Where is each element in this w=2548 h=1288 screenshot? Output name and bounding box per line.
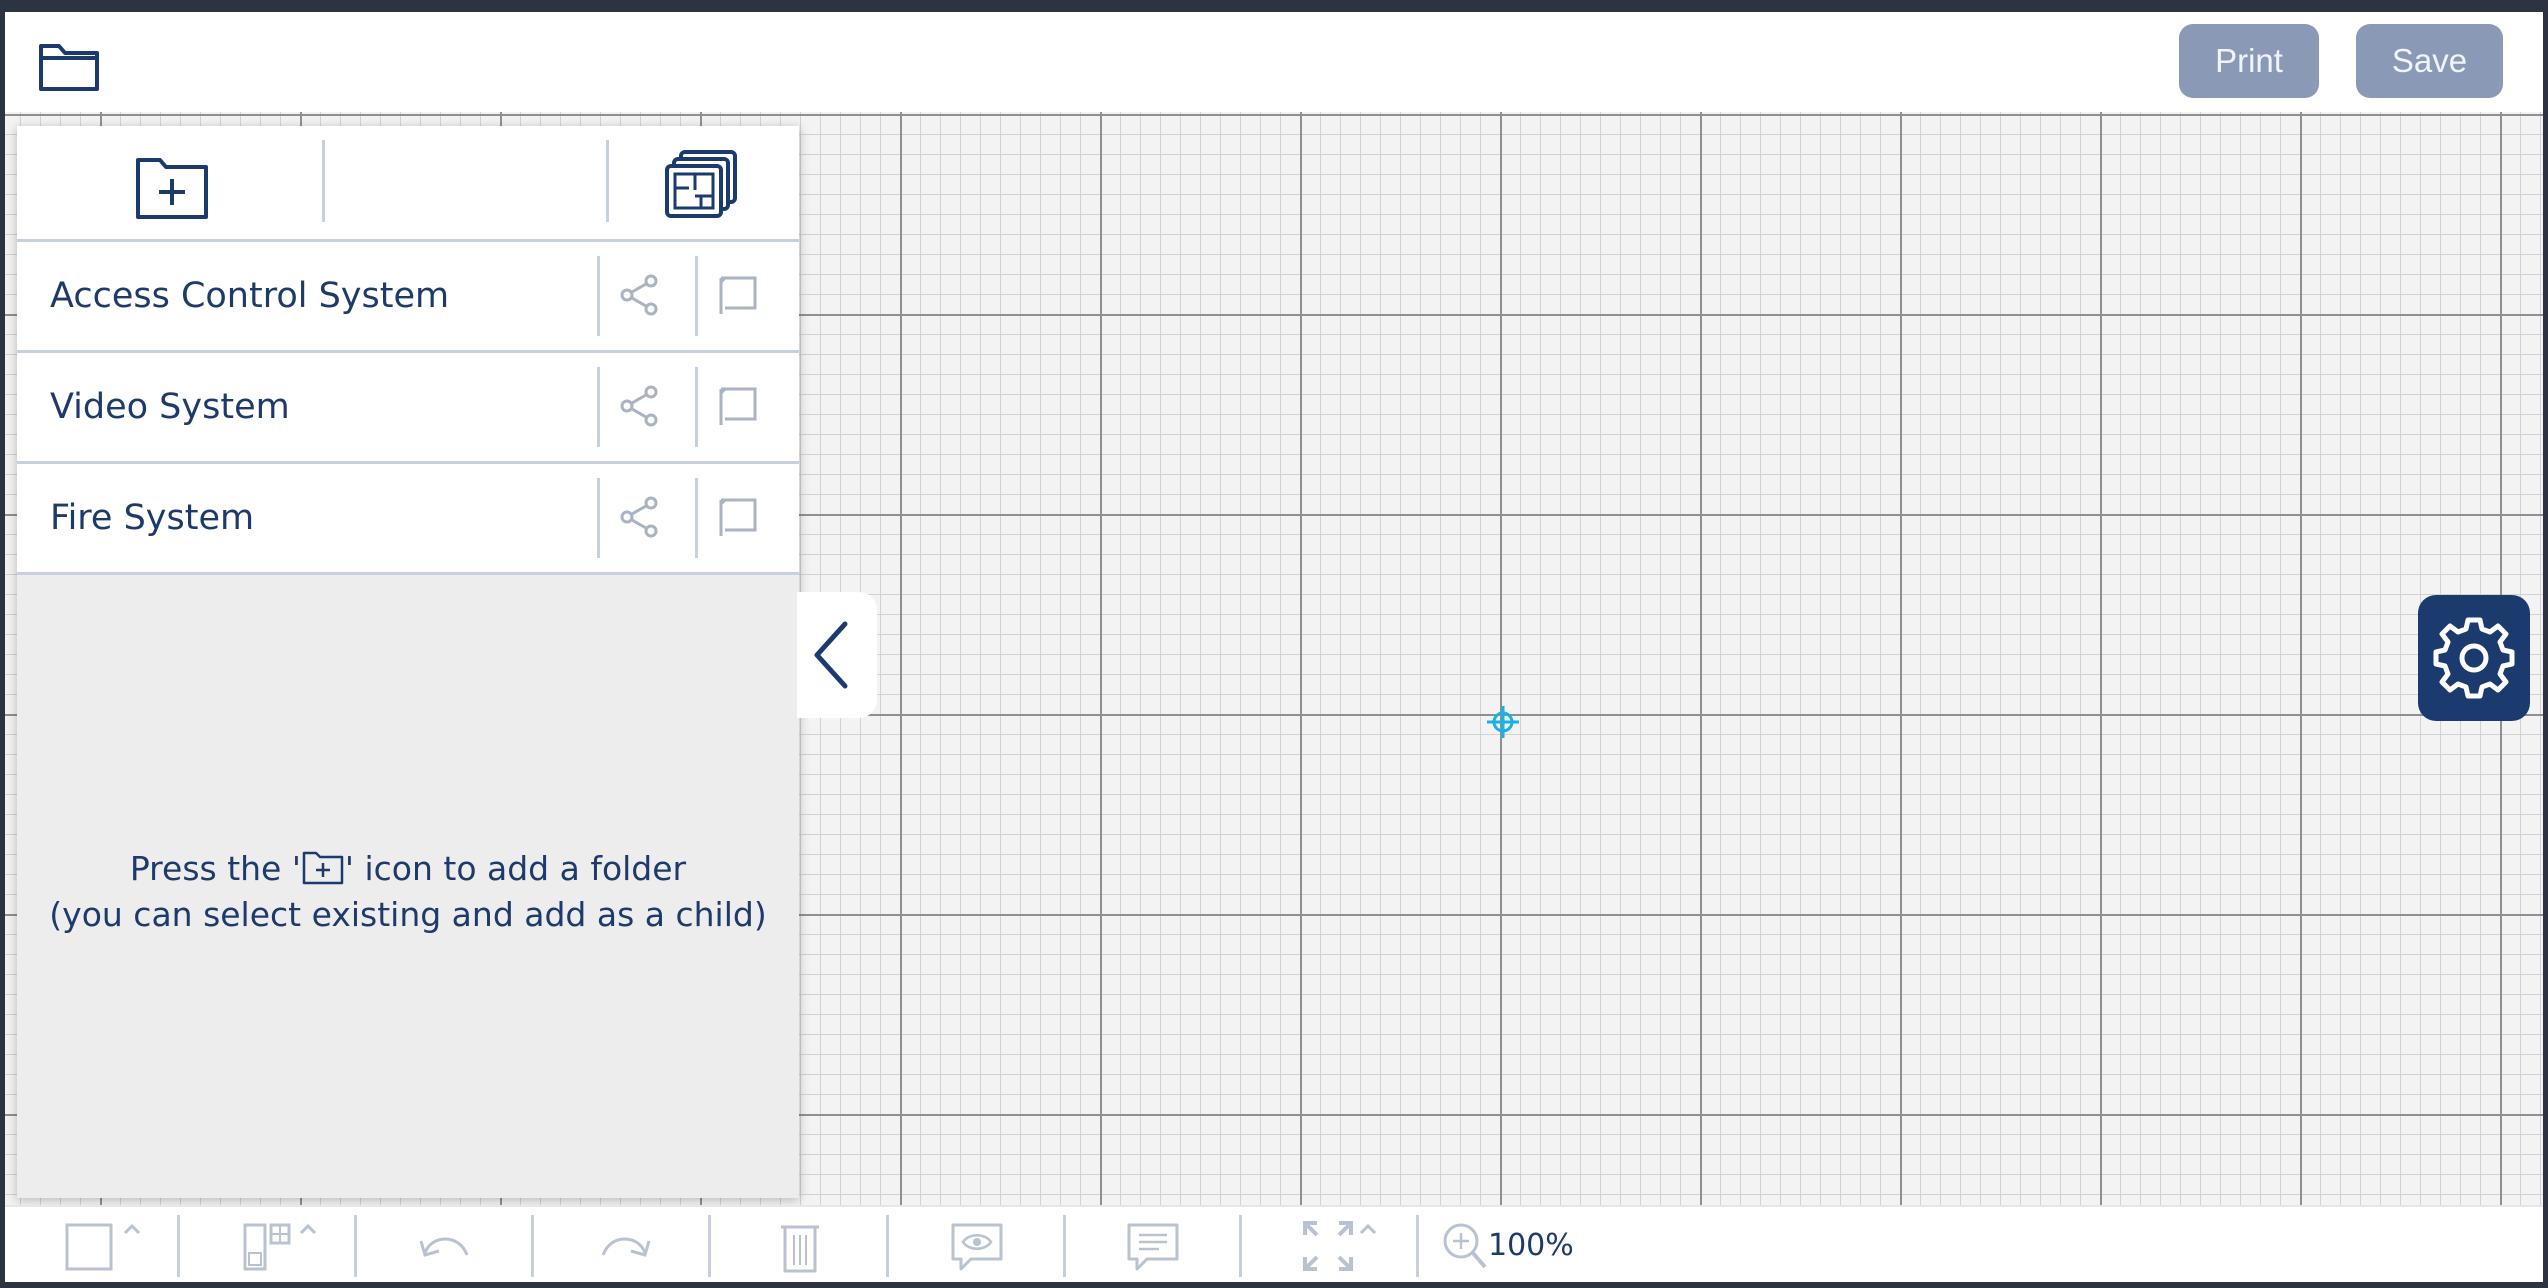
folder-icon[interactable]	[35, 32, 105, 102]
panel-toolbar	[17, 126, 799, 242]
preview-button[interactable]	[947, 1215, 1009, 1277]
zoom-icon	[1443, 1223, 1487, 1269]
share-icon[interactable]	[617, 272, 663, 318]
devices-icon	[243, 1223, 317, 1271]
toolbar-divider	[708, 1215, 711, 1277]
save-button[interactable]: Save	[2356, 24, 2503, 98]
zoom-level: 100%	[1488, 1228, 1574, 1263]
flag-icon[interactable]	[715, 383, 761, 429]
hint-text: Press the '	[129, 849, 301, 888]
row-divider	[695, 478, 698, 558]
redo-button[interactable]	[593, 1215, 655, 1277]
comment-icon	[1127, 1223, 1179, 1271]
share-icon[interactable]	[617, 383, 663, 429]
settings-button[interactable]	[2418, 595, 2530, 721]
zoom-button[interactable]	[1439, 1215, 1489, 1277]
toolbar-divider	[1416, 1215, 1419, 1277]
undo-button[interactable]	[415, 1215, 477, 1277]
folder-label: Fire System	[50, 498, 255, 538]
chevron-left-icon	[814, 621, 848, 689]
devices-tool-button[interactable]	[239, 1215, 329, 1277]
folder-plus-icon	[302, 851, 344, 885]
folder-row[interactable]: Access Control System	[17, 242, 799, 353]
toolbar-divider	[606, 140, 609, 222]
trash-icon	[781, 1225, 819, 1273]
toolbar-divider	[354, 1215, 357, 1277]
hint-line-1: Press the ' ' icon to add a folder	[17, 846, 799, 892]
collapse-panel-button[interactable]	[797, 592, 877, 718]
flag-icon[interactable]	[715, 272, 761, 318]
folder-label: Access Control System	[50, 276, 450, 316]
print-button[interactable]: Print	[2179, 24, 2319, 98]
folder-plus-icon[interactable]	[132, 152, 212, 222]
fit-screen-button[interactable]	[1299, 1215, 1389, 1277]
row-divider	[597, 478, 600, 558]
toolbar-divider	[1239, 1215, 1242, 1277]
redo-icon	[601, 1237, 651, 1257]
gear-icon	[2433, 617, 2515, 699]
row-divider	[597, 256, 600, 336]
hint-line-2: (you can select existing and add as a ch…	[49, 895, 767, 934]
app-window: Print Save Access Control System Video S…	[5, 12, 2543, 1282]
hint-text: ' icon to add a folder	[344, 849, 687, 888]
row-divider	[695, 256, 698, 336]
preview-icon	[951, 1223, 1003, 1271]
floor-plans-icon[interactable]	[661, 148, 741, 222]
empty-state-hint: Press the ' ' icon to add a folder (you …	[17, 846, 799, 938]
row-divider	[695, 367, 698, 447]
toolbar-divider	[886, 1215, 889, 1277]
toolbar-divider	[322, 140, 325, 222]
undo-icon	[419, 1237, 469, 1257]
toolbar-divider	[177, 1215, 180, 1277]
share-icon[interactable]	[617, 494, 663, 540]
fit-screen-icon	[1303, 1221, 1377, 1271]
shape-icon	[65, 1223, 141, 1271]
folders-panel: Access Control System Video System Fire …	[17, 126, 799, 1198]
toolbar-divider	[1063, 1215, 1066, 1277]
origin-crosshair-icon	[1487, 706, 1519, 738]
row-divider	[597, 367, 600, 447]
shape-tool-button[interactable]	[63, 1215, 153, 1277]
bottom-toolbar: 100%	[5, 1205, 2543, 1282]
comment-button[interactable]	[1123, 1215, 1185, 1277]
delete-button[interactable]	[769, 1215, 831, 1277]
folder-label: Video System	[50, 387, 290, 427]
flag-icon[interactable]	[715, 494, 761, 540]
header: Print Save	[5, 12, 2543, 112]
toolbar-divider	[531, 1215, 534, 1277]
folder-row[interactable]: Fire System	[17, 464, 799, 575]
folder-row[interactable]: Video System	[17, 353, 799, 464]
